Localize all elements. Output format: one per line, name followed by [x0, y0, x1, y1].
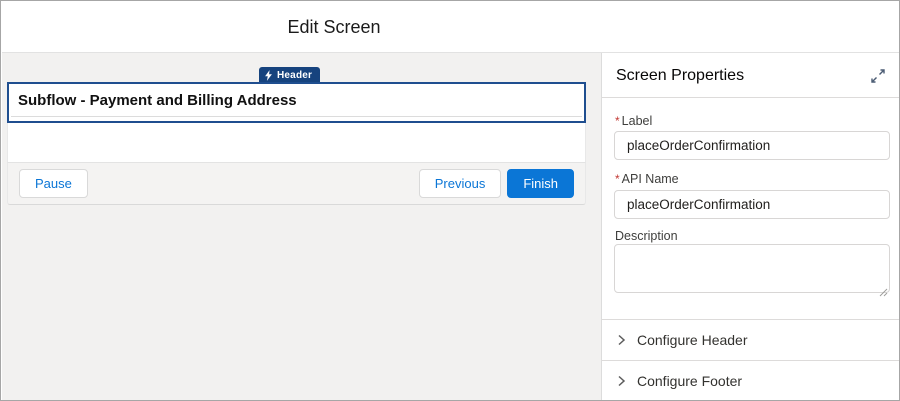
label-input[interactable] [614, 131, 890, 160]
pause-button[interactable]: Pause [19, 169, 88, 198]
screen-header-text: Subflow - Payment and Billing Address [18, 92, 297, 109]
expand-icon [868, 66, 888, 86]
configure-header-label: Configure Header [637, 332, 748, 348]
footer-right-buttons: Previous Finish [419, 169, 574, 198]
edit-screen-modal: Edit Screen Header Subflow - Payment and… [0, 0, 900, 401]
configure-header-section[interactable]: Configure Header [602, 320, 900, 360]
panel-title: Screen Properties [616, 53, 744, 98]
required-asterisk: * [615, 114, 620, 128]
configure-footer-section[interactable]: Configure Footer [602, 361, 900, 401]
screen-preview-canvas: Header Subflow - Payment and Billing Add… [2, 53, 601, 401]
label-field-label: *Label [615, 114, 652, 128]
lightning-bolt-icon [264, 70, 273, 81]
modal-titlebar: Edit Screen [2, 2, 900, 53]
header-badge-label: Header [277, 70, 312, 81]
header-inner-divider [11, 116, 582, 117]
previous-button[interactable]: Previous [419, 169, 502, 198]
description-field-label: Description [615, 229, 678, 243]
configure-footer-label: Configure Footer [637, 373, 742, 389]
chevron-right-icon [615, 375, 627, 387]
api-name-input[interactable] [614, 190, 890, 219]
screen-properties-panel: Screen Properties *Label *API Name [601, 53, 900, 401]
chevron-right-icon [615, 334, 627, 346]
panel-header: Screen Properties [602, 53, 900, 98]
header-component-badge[interactable]: Header [259, 67, 320, 83]
description-textarea[interactable] [614, 244, 890, 293]
finish-button[interactable]: Finish [507, 169, 574, 198]
screen-footer-area[interactable]: Pause Previous Finish [7, 162, 586, 205]
screen-body-area[interactable] [7, 123, 586, 162]
screen-header-component[interactable]: Subflow - Payment and Billing Address [7, 82, 586, 123]
required-asterisk: * [615, 172, 620, 186]
modal-title: Edit Screen [2, 2, 666, 53]
expand-panel-button[interactable] [868, 66, 888, 86]
api-name-field-label: *API Name [615, 172, 679, 186]
